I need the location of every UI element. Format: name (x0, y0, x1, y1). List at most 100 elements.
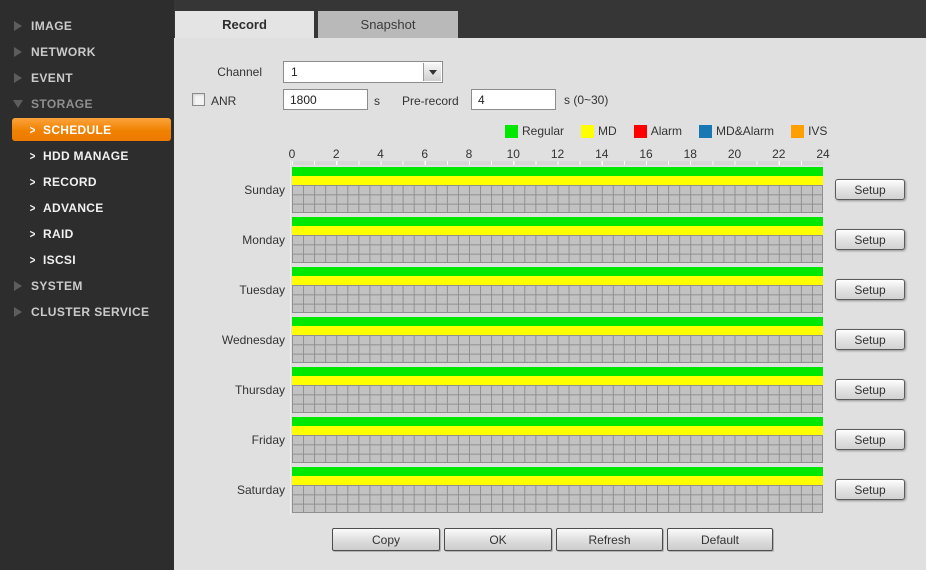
setup-button-friday[interactable]: Setup (835, 429, 905, 450)
setup-button-monday[interactable]: Setup (835, 229, 905, 250)
schedule-cells[interactable] (292, 385, 823, 413)
app-window: IMAGE NETWORK EVENT STORAGE > SCHEDULE > HDD MA… (0, 0, 926, 570)
channel-select[interactable]: 1 (283, 61, 443, 83)
ok-button[interactable]: OK (444, 528, 552, 551)
default-button[interactable]: Default (667, 528, 773, 551)
tab-snapshot[interactable]: Snapshot (318, 11, 458, 38)
md-alarm-color-swatch (699, 125, 712, 138)
md-record-bar[interactable] (292, 476, 823, 485)
schedule-row-sunday: Sunday Setup (0, 167, 926, 217)
regular-record-bar[interactable] (292, 267, 823, 276)
legend-item-regular: Regular (505, 124, 564, 138)
setup-button-sunday[interactable]: Setup (835, 179, 905, 200)
legend-label: MD (598, 124, 617, 138)
schedule-cells[interactable] (292, 185, 823, 213)
sidebar-subitem-label: SCHEDULE (43, 123, 111, 137)
regular-record-bar[interactable] (292, 367, 823, 376)
timeline-track-monday[interactable] (292, 217, 823, 263)
prerecord-unit-label: s (0~30) (564, 93, 608, 107)
day-label-monday: Monday (195, 233, 285, 247)
hour-tick-8: 8 (466, 147, 473, 161)
dropdown-button[interactable] (423, 63, 441, 81)
timeline-track-friday[interactable] (292, 417, 823, 463)
timeline-ruler (292, 161, 823, 165)
legend-label: Alarm (651, 124, 682, 138)
sidebar-item-network[interactable]: NETWORK (0, 39, 174, 65)
setup-button-saturday[interactable]: Setup (835, 479, 905, 500)
regular-record-bar[interactable] (292, 167, 823, 176)
schedule-row-thursday: Thursday Setup (0, 367, 926, 417)
tab-bar: Record Snapshot (174, 0, 926, 38)
md-record-bar[interactable] (292, 176, 823, 185)
schedule-row-wednesday: Wednesday Setup (0, 317, 926, 367)
schedule-cells[interactable] (292, 435, 823, 463)
sidebar-item-image[interactable]: IMAGE (0, 13, 174, 39)
sidebar-subitem-hdd-manage[interactable]: > HDD MANAGE (12, 143, 171, 169)
day-label-sunday: Sunday (195, 183, 285, 197)
md-record-bar[interactable] (292, 226, 823, 235)
channel-selected-value: 1 (291, 65, 298, 79)
copy-button[interactable]: Copy (332, 528, 440, 551)
timeline-track-saturday[interactable] (292, 467, 823, 513)
md-record-bar[interactable] (292, 376, 823, 385)
triangle-right-icon (14, 47, 22, 57)
hour-tick-16: 16 (639, 147, 652, 161)
schedule-cells[interactable] (292, 335, 823, 363)
schedule-cells[interactable] (292, 485, 823, 513)
anr-duration-input[interactable]: 1800 (283, 89, 368, 110)
timeline-track-sunday[interactable] (292, 167, 823, 213)
timeline-track-tuesday[interactable] (292, 267, 823, 313)
hour-tick-4: 4 (377, 147, 384, 161)
hour-tick-2: 2 (333, 147, 340, 161)
timeline-track-thursday[interactable] (292, 367, 823, 413)
sidebar-item-label: EVENT (31, 71, 73, 85)
day-label-thursday: Thursday (195, 383, 285, 397)
sidebar-subitem-label: HDD MANAGE (43, 149, 129, 163)
sidebar-item-event[interactable]: EVENT (0, 65, 174, 91)
schedule-row-saturday: Saturday Setup (0, 467, 926, 517)
legend-label: Regular (522, 124, 564, 138)
day-label-friday: Friday (195, 433, 285, 447)
hour-tick-20: 20 (728, 147, 741, 161)
prerecord-input[interactable]: 4 (471, 89, 556, 110)
regular-record-bar[interactable] (292, 217, 823, 226)
sidebar-item-storage[interactable]: STORAGE (0, 91, 174, 117)
schedule-cells[interactable] (292, 285, 823, 313)
legend-label: MD&Alarm (716, 124, 774, 138)
setup-button-wednesday[interactable]: Setup (835, 329, 905, 350)
regular-record-bar[interactable] (292, 417, 823, 426)
legend-item-alarm: Alarm (634, 124, 682, 138)
triangle-down-icon (13, 100, 23, 108)
legend-item-ivs: IVS (791, 124, 827, 138)
timeline-track-wednesday[interactable] (292, 317, 823, 363)
setup-button-tuesday[interactable]: Setup (835, 279, 905, 300)
legend-item-md-alarm: MD&Alarm (699, 124, 774, 138)
md-record-bar[interactable] (292, 276, 823, 285)
hour-tick-6: 6 (421, 147, 428, 161)
md-record-bar[interactable] (292, 326, 823, 335)
day-label-wednesday: Wednesday (195, 333, 285, 347)
md-record-bar[interactable] (292, 426, 823, 435)
sidebar-item-label: STORAGE (31, 97, 93, 111)
tab-record[interactable]: Record (175, 11, 314, 38)
regular-record-bar[interactable] (292, 317, 823, 326)
triangle-right-icon (14, 73, 22, 83)
anr-checkbox[interactable] (192, 93, 205, 106)
hour-tick-10: 10 (507, 147, 520, 161)
hour-tick-12: 12 (551, 147, 564, 161)
chevron-right-icon: > (30, 123, 36, 137)
chevron-right-icon: > (30, 149, 36, 163)
alarm-color-swatch (634, 125, 647, 138)
schedule-cells[interactable] (292, 235, 823, 263)
regular-record-bar[interactable] (292, 467, 823, 476)
refresh-button[interactable]: Refresh (556, 528, 663, 551)
legend-label: IVS (808, 124, 827, 138)
hour-tick-14: 14 (595, 147, 608, 161)
anr-label: ANR (211, 94, 236, 108)
day-label-saturday: Saturday (195, 483, 285, 497)
schedule-row-monday: Monday Setup (0, 217, 926, 267)
setup-button-thursday[interactable]: Setup (835, 379, 905, 400)
triangle-right-icon (14, 21, 22, 31)
sidebar-item-label: IMAGE (31, 19, 72, 33)
sidebar-subitem-schedule[interactable]: > SCHEDULE (12, 118, 171, 141)
